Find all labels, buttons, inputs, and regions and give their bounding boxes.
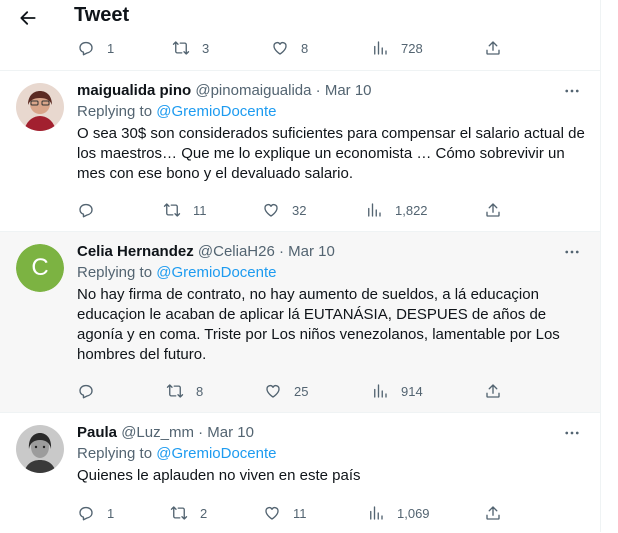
mention-link[interactable]: @GremioDocente [156, 445, 276, 462]
heart-icon [266, 385, 280, 398]
heart-icon [264, 204, 278, 217]
share-icon [486, 384, 500, 398]
retweet-count: 2 [200, 505, 208, 521]
author-handle[interactable]: @pinomaigualida [195, 82, 311, 99]
tweet-date[interactable]: Mar 10 [325, 82, 372, 99]
views-icon [368, 203, 381, 217]
views-button[interactable]: 914 [371, 379, 423, 403]
main-tweet-action-bar: 1 3 8 728 [0, 36, 600, 60]
share-button[interactable] [484, 379, 502, 403]
reply-tweet[interactable]: maigualida pino @pinomaigualida · Mar 10… [0, 70, 600, 231]
avatar[interactable] [16, 83, 64, 131]
views-count: 1,069 [397, 505, 430, 521]
reply-icon [79, 384, 93, 399]
reply-icon [79, 203, 93, 218]
share-icon [486, 203, 500, 217]
replying-to-label: Replying to [77, 445, 153, 462]
retweet-icon [166, 384, 184, 398]
mention-link[interactable]: @GremioDocente [156, 264, 276, 281]
like-count: 32 [292, 202, 307, 218]
share-button[interactable] [484, 36, 502, 60]
heart-icon [265, 507, 279, 520]
more-icon[interactable] [562, 423, 582, 443]
tweet-text: O sea 30$ son considerados suficientes p… [77, 125, 585, 182]
share-icon [486, 41, 500, 55]
like-button[interactable]: 25 [264, 379, 308, 403]
author-handle[interactable]: @CeliaH26 [198, 243, 275, 260]
retweet-count: 11 [193, 202, 207, 218]
reply-icon [79, 41, 93, 56]
like-button[interactable]: 8 [271, 36, 308, 60]
retweet-button[interactable]: 3 [172, 36, 209, 60]
like-button[interactable]: 11 [263, 501, 307, 525]
retweet-icon [172, 41, 190, 55]
reply-count: 1 [107, 40, 115, 56]
author-name[interactable]: maigualida pino [77, 82, 191, 99]
like-count: 11 [293, 505, 307, 521]
author-name[interactable]: Paula [77, 424, 117, 441]
reply-button[interactable]: 1 [77, 36, 114, 60]
reply-icon [79, 506, 93, 521]
separator-dot: · [198, 424, 204, 441]
tweet-meta: Paula @Luz_mm · Mar 10 [77, 424, 254, 441]
share-button[interactable] [484, 198, 502, 222]
reply-button[interactable] [77, 379, 107, 403]
reply-button[interactable]: 1 [77, 501, 114, 525]
retweet-icon [163, 203, 181, 217]
like-button[interactable]: 32 [262, 198, 306, 222]
tweet-action-bar: 11 32 1,822 [0, 198, 600, 222]
tweet-meta: maigualida pino @pinomaigualida · Mar 10 [77, 82, 372, 99]
replying-to: Replying to @GremioDocente [77, 103, 277, 120]
arrow-left-icon[interactable] [16, 6, 40, 30]
mention-link[interactable]: @GremioDocente [156, 103, 276, 120]
reply-button[interactable] [77, 198, 107, 222]
like-count: 8 [301, 40, 309, 56]
more-icon[interactable] [562, 81, 582, 101]
timeline: Tweet 1 3 8 728 maigualida pino @pinomai… [0, 0, 601, 532]
separator-dot: · [279, 243, 284, 260]
reply-tweet[interactable]: C Celia Hernandez @CeliaH26 · Mar 10 Rep… [0, 231, 600, 412]
tweet-meta: Celia Hernandez @CeliaH26 · Mar 10 [77, 243, 335, 260]
views-icon [370, 506, 383, 520]
tweet-text: No hay firma de contrato, no hay aumento… [77, 286, 560, 363]
more-icon[interactable] [562, 242, 582, 262]
replying-to-label: Replying to [77, 103, 153, 120]
tweet-text: Quienes le aplauden no viven en este paí… [77, 467, 361, 484]
replying-to: Replying to @GremioDocente [77, 445, 277, 462]
author-handle[interactable]: @Luz_mm [121, 424, 194, 441]
tweet-action-bar: 1 2 11 1,069 [0, 501, 600, 525]
tweet-date[interactable]: Mar 10 [288, 243, 335, 260]
header-bar: Tweet [0, 0, 600, 36]
views-button[interactable]: 1,069 [367, 501, 430, 525]
avatar[interactable]: C [16, 244, 64, 292]
views-icon [374, 384, 387, 398]
retweet-count: 3 [202, 40, 210, 56]
retweet-button[interactable]: 11 [163, 198, 207, 222]
views-button[interactable]: 1,822 [365, 198, 428, 222]
heart-icon [273, 42, 287, 55]
share-button[interactable] [484, 501, 502, 525]
views-button[interactable]: 728 [371, 36, 423, 60]
retweet-button[interactable]: 2 [170, 501, 207, 525]
avatar[interactable] [16, 425, 64, 473]
reply-count: 1 [107, 505, 115, 521]
like-count: 25 [294, 383, 309, 399]
share-icon [486, 506, 500, 520]
retweet-count: 8 [196, 383, 204, 399]
author-name[interactable]: Celia Hernandez [77, 243, 194, 260]
retweet-button[interactable]: 8 [166, 379, 203, 403]
views-count: 914 [401, 383, 423, 399]
tweet-action-bar: 8 25 914 [0, 379, 600, 403]
views-icon [374, 41, 387, 55]
avatar-letter: C [31, 254, 49, 281]
retweet-icon [170, 506, 188, 520]
tweet-date[interactable]: Mar 10 [207, 424, 254, 441]
separator-dot: · [315, 82, 321, 99]
views-count: 1,822 [395, 202, 428, 218]
reply-tweet[interactable]: Paula @Luz_mm · Mar 10 Replying to @Grem… [0, 412, 600, 533]
replying-to: Replying to @GremioDocente [77, 264, 277, 281]
replying-to-label: Replying to [77, 264, 153, 281]
views-count: 728 [401, 40, 423, 56]
page-title: Tweet [74, 4, 130, 26]
